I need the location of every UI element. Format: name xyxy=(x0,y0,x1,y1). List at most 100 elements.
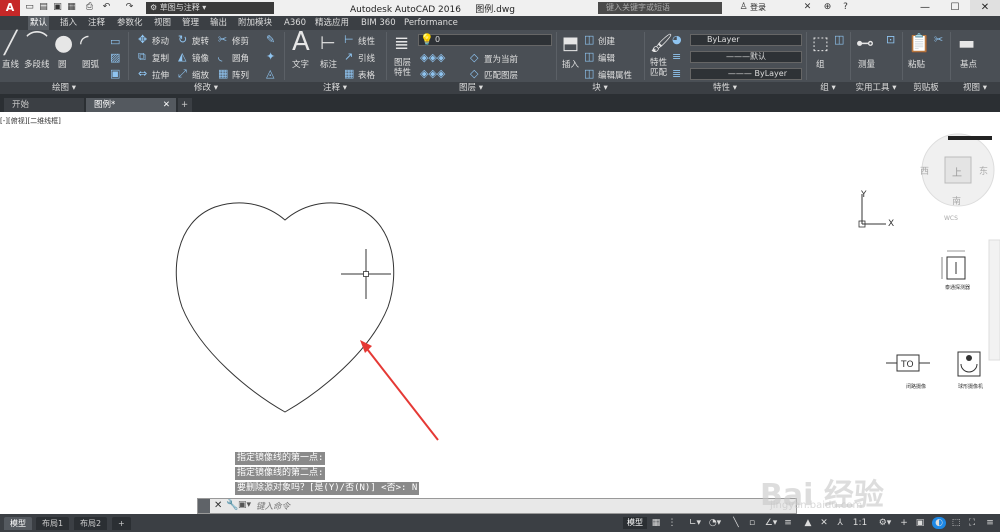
scale-icon[interactable]: ⤢ xyxy=(178,68,187,80)
layer-dropdown[interactable]: 0 xyxy=(418,34,552,46)
move-label[interactable]: 移动 xyxy=(152,35,169,47)
polar-icon[interactable]: ◔▾ xyxy=(706,517,724,529)
arc-icon[interactable]: ◜ xyxy=(80,32,89,56)
doc-tab-drawing[interactable]: 图例* ✕ xyxy=(86,98,176,112)
layer-tools2-icon[interactable]: ◈◈◈ xyxy=(420,68,445,80)
dimension-label[interactable]: 标注 xyxy=(320,58,337,70)
array-label[interactable]: 阵列 xyxy=(232,69,249,81)
edit-attribute-icon[interactable]: ◫ xyxy=(584,68,594,80)
otrack-icon[interactable]: ∠▾ xyxy=(762,517,780,529)
search-box[interactable]: 键入关键字或短语 xyxy=(598,2,722,14)
viewcube-east[interactable]: 东 xyxy=(979,165,988,177)
lineweight-toggle-icon[interactable]: ≡ xyxy=(782,517,794,529)
wcs-label[interactable]: WCS xyxy=(944,215,958,222)
rectangle-icon[interactable]: ▭ xyxy=(110,36,120,48)
polyline-label[interactable]: 多段线 xyxy=(24,58,50,70)
login-button[interactable]: 登录 xyxy=(750,2,766,13)
panel-title-properties[interactable]: 特性 ▾ xyxy=(644,82,806,94)
erase-icon[interactable]: ✎ xyxy=(266,34,275,46)
customize-icon[interactable]: 🔧 xyxy=(226,500,238,511)
application-menu-button[interactable]: A xyxy=(0,0,20,16)
grid-icon[interactable]: ▦ xyxy=(650,517,662,529)
trim-icon[interactable]: ✂ xyxy=(218,34,227,46)
offset-icon[interactable]: ◬ xyxy=(266,68,274,80)
customization-icon[interactable]: ≡ xyxy=(984,517,996,529)
viewcube-south[interactable]: 南 xyxy=(952,195,961,207)
fillet-icon[interactable]: ◟ xyxy=(218,51,222,63)
group-label[interactable]: 组 xyxy=(816,58,825,70)
move-icon[interactable]: ✥ xyxy=(138,34,147,46)
navigation-bar[interactable] xyxy=(988,239,1000,361)
new-tab-button[interactable]: + xyxy=(178,98,192,112)
tab-featured-apps[interactable]: 精选应用 xyxy=(313,16,351,30)
hatch-icon[interactable]: ▨ xyxy=(110,52,120,64)
command-input[interactable] xyxy=(256,500,756,512)
tab-parametric[interactable]: 参数化 xyxy=(115,16,145,30)
heart-shape[interactable] xyxy=(175,202,395,413)
layout-tab-model[interactable]: 模型 xyxy=(4,517,32,530)
new-icon[interactable]: ▭ xyxy=(24,2,35,13)
annotation-scale-icon[interactable]: ⅄ xyxy=(834,517,846,529)
clean-screen-icon[interactable]: ⬚ xyxy=(950,517,962,529)
close-button[interactable]: ✕ xyxy=(970,0,1000,16)
line-label[interactable]: 直线 xyxy=(2,58,19,70)
drawing-canvas[interactable]: Y X 上 西 东 南 WCS 泰通探测器 TO 闭路摄像 球形摄像机 xyxy=(0,112,1000,514)
lineweight-dropdown[interactable]: ——— ByLayer xyxy=(690,68,802,80)
close-tab-icon[interactable]: ✕ xyxy=(163,98,170,112)
tab-bim360[interactable]: BIM 360 xyxy=(359,16,398,30)
model-space-button[interactable]: 模型 xyxy=(623,517,647,529)
tab-insert[interactable]: 插入 xyxy=(58,16,79,30)
match-properties-label[interactable]: 特性 匹配 xyxy=(650,58,667,78)
match-properties-icon[interactable]: 🖌 xyxy=(650,32,673,56)
line-icon[interactable]: ╱ xyxy=(4,32,17,56)
create-block-icon[interactable]: ◫ xyxy=(584,34,594,46)
base-label[interactable]: 基点 xyxy=(960,58,977,70)
leader-icon[interactable]: ↗ xyxy=(344,51,353,63)
layer-properties-label[interactable]: 图层 特性 xyxy=(394,58,411,78)
paste-label[interactable]: 粘贴 xyxy=(908,58,925,70)
auto-scale-icon[interactable]: ✕ xyxy=(818,517,830,529)
layer-properties-icon[interactable]: ≣ xyxy=(394,32,409,56)
annotation-visibility-icon[interactable]: ▲ xyxy=(802,517,814,529)
linetype-dropdown[interactable]: ———默认 xyxy=(690,51,802,63)
panel-title-modify[interactable]: 修改 ▾ xyxy=(128,82,284,94)
panel-title-view[interactable]: 视图 ▾ xyxy=(950,82,1000,94)
workspace-gear-icon[interactable]: ⚙▾ xyxy=(876,517,894,529)
help-icon[interactable]: ? xyxy=(840,2,851,13)
tab-addins[interactable]: 附加模块 xyxy=(236,16,274,30)
table-icon[interactable]: ▦ xyxy=(344,68,354,80)
mirror-icon[interactable]: ◭ xyxy=(178,51,186,63)
circle-label[interactable]: 圆 xyxy=(58,58,67,70)
paste-icon[interactable]: 📋 xyxy=(908,32,930,56)
stretch-icon[interactable]: ⇔ xyxy=(138,68,147,80)
edit-label[interactable]: 编辑 xyxy=(598,52,615,64)
tab-performance[interactable]: Performance xyxy=(402,16,460,30)
panel-title-group[interactable]: 组 ▾ xyxy=(806,82,850,94)
tab-view[interactable]: 视图 xyxy=(152,16,173,30)
linear-icon[interactable]: ⊢ xyxy=(344,34,354,46)
layer-tools-icon[interactable]: ◈◈◈ xyxy=(420,52,445,64)
copy-label[interactable]: 复制 xyxy=(152,52,169,64)
polyline-icon[interactable]: ⌒ xyxy=(26,32,48,56)
rotate-icon[interactable]: ↻ xyxy=(178,34,187,46)
set-current-icon[interactable]: ◇ xyxy=(470,52,478,64)
doc-tab-start[interactable]: 开始 xyxy=(4,98,84,112)
fullscreen-icon[interactable]: ⛶ xyxy=(966,517,978,529)
viewcube-top[interactable]: 上 xyxy=(952,167,962,179)
exchange-icon[interactable]: ✕ xyxy=(802,2,813,13)
circle-icon[interactable]: ● xyxy=(54,32,73,56)
linetype-icon[interactable]: ≡ xyxy=(672,51,681,63)
add-layout-button[interactable]: + xyxy=(112,517,131,530)
plot-icon[interactable]: ⎙ xyxy=(84,2,95,13)
group-icon[interactable]: ⬚ xyxy=(812,32,829,56)
scale-label[interactable]: 缩放 xyxy=(192,69,209,81)
utility-tools-icon[interactable]: ⊡ xyxy=(886,34,895,46)
lineweight-icon[interactable]: ≣ xyxy=(672,68,681,80)
explode-icon[interactable]: ✦ xyxy=(266,51,275,63)
measure-label[interactable]: 测量 xyxy=(858,58,875,70)
insert-label[interactable]: 插入 xyxy=(562,58,579,70)
mirror-label[interactable]: 镜像 xyxy=(192,52,209,64)
table-label[interactable]: 表格 xyxy=(358,69,375,81)
dimension-icon[interactable]: ⊢ xyxy=(320,32,336,56)
redo-icon[interactable]: ↷ xyxy=(124,2,135,13)
